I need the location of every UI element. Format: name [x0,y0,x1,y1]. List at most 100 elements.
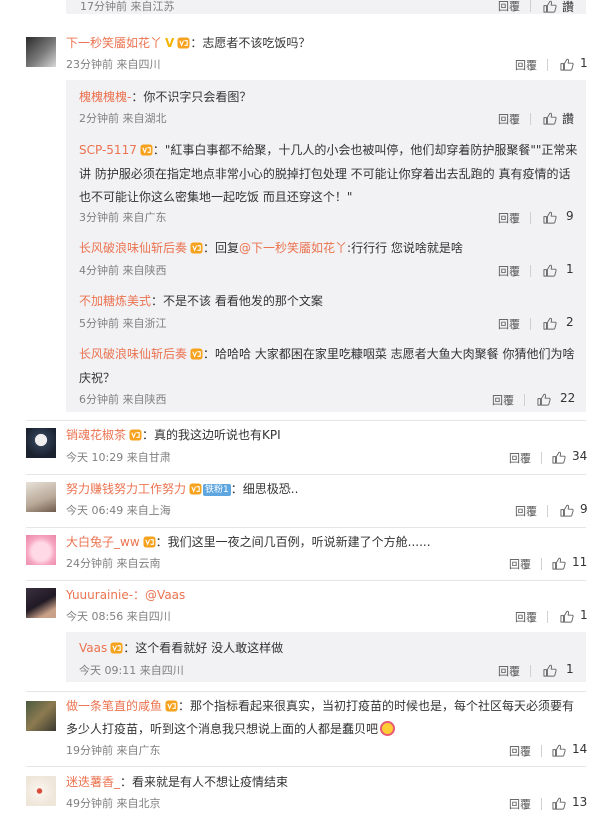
like-icon[interactable] [543,211,557,224]
comment-content: 多少人打疫苗，听到这个消息我只想说上面的人都是蠢贝吧 [66,722,379,736]
like-count: 9 [566,209,574,223]
reply-button[interactable]: 回覆 [498,0,520,14]
reply-text: 不加糖炼美式：不是不该 看看他发的那个文案 [79,293,323,309]
divider [524,394,525,406]
like-icon[interactable] [552,744,566,757]
vip-badge-icon [140,144,153,156]
username[interactable]: 下一秒笑靥如花丫 [66,36,162,50]
comment-meta: 今天 08:56 来自四川 [66,610,171,623]
like-icon[interactable] [552,797,566,810]
like-icon[interactable] [537,393,551,406]
divider [530,113,531,125]
username[interactable]: 做一条笔直的咸鱼 [66,699,162,713]
reply-button[interactable]: 回覆 [492,392,514,408]
comment-text: 销魂花椒茶 ：真的我这边听说也有KPI [66,427,281,443]
reply-button[interactable]: 回覆 [509,556,531,572]
like-icon[interactable] [560,610,574,623]
reply-button[interactable]: 回覆 [509,743,531,759]
username[interactable]: SCP-5117 [79,143,137,157]
like-count: 11 [572,555,588,569]
like-icon[interactable] [543,664,557,677]
comment-content: ：那个指标看起来很真实，当初打疫苗的时候也是，每个社区每天必须要有 [178,699,575,713]
reply-button[interactable]: 回覆 [509,796,531,812]
avatar[interactable] [26,588,56,618]
comment-meta: 今天 06:49 来自上海 [66,504,171,517]
divider [541,452,542,464]
reply-button[interactable]: 回覆 [498,663,520,679]
username[interactable]: Yuuurainie- [66,588,133,602]
reply-button[interactable]: 回覆 [498,263,520,279]
comment-content: ：细思极恐.. [230,482,299,496]
comment-divider [26,420,586,421]
comment-divider [26,691,586,692]
like-count: 1 [566,262,574,276]
like-count: 1 [580,608,588,622]
reply-meta: 6分钟前 来自陕西 [79,393,167,406]
vip-badge-icon [190,242,203,254]
reply-meta: 2分钟前 来自湖北 [79,112,167,125]
comment-text: 努力赚钱努力工作努力 铁粉1 ：细思极恐.. [66,481,298,497]
reply-meta: 5分钟前 来自浙江 [79,317,167,330]
like-icon[interactable] [560,504,574,517]
username[interactable]: 槐槐槐槐- [79,90,131,104]
divider [547,505,548,517]
like-icon[interactable] [560,58,574,71]
reply-content: ："紅事白事都不給聚，十几人的小会也被叫停，他们却穿着防护服聚餐""正常来 [152,143,578,157]
username[interactable]: 努力赚钱努力工作努力 [66,482,186,496]
reply-meta: 今天 09:11 来自四川 [79,664,184,677]
vip-badge-icon [110,642,123,654]
username[interactable]: Vaas [79,641,107,655]
divider [530,318,531,330]
divider [530,0,531,12]
reply-text: 槐槐槐槐-：你不识字只会看图？ [79,89,251,105]
username[interactable]: 长风破浪味仙斩后奏 [79,347,187,361]
reply-button[interactable]: 回覆 [498,316,520,332]
username[interactable]: 不加糖炼美式 [79,294,151,308]
reply-text-line: 庆祝？ [79,371,116,385]
comment-meta: 49分钟前 来自北京 [66,797,161,810]
avatar[interactable] [26,776,56,806]
divider [541,745,542,757]
username[interactable]: 长风破浪味仙斩后奏 [79,241,187,255]
reply-button[interactable]: 回覆 [509,450,531,466]
comment-text: 下一秒笑靥如花丫 V ：志愿者不该吃饭吗？ [66,35,310,51]
avatar[interactable] [26,482,56,512]
avatar[interactable] [26,701,56,731]
like-icon[interactable] [552,557,566,570]
verified-icon: V [165,36,175,50]
avatar[interactable] [26,37,56,67]
mention-link[interactable]: ：@Vaas [133,588,185,602]
reply-content: ：哈哈哈 大家都困在家里吃糠咽菜 志愿者大鱼大肉聚餐 你猜他们为啥 [203,347,575,361]
like-count: 14 [572,742,588,756]
like-count: 1 [566,662,574,676]
like-icon[interactable] [543,317,557,330]
comment-divider [26,527,586,528]
reply-button[interactable]: 回覆 [498,210,520,226]
mention-link[interactable]: @下一秒笑靥如花丫 [239,241,347,255]
username[interactable]: 大白兔子_ww [66,535,140,549]
reply-button[interactable]: 回覆 [515,609,537,625]
vip-badge-icon [177,37,190,49]
like-count: 讚 [562,112,575,126]
reply-button[interactable]: 回覆 [515,57,537,73]
like-count: 22 [560,391,576,405]
username[interactable]: 迷迭薯香_ [66,775,120,789]
username[interactable]: 销魂花椒茶 [66,428,126,442]
like-icon[interactable] [543,0,557,13]
divider [547,59,548,71]
comment-meta: 17分钟前 来自江苏 [80,0,175,13]
like-icon[interactable] [543,264,557,277]
reply-text-line: 也不可能让你这么密集地一起吃饭 而且还穿这个！" [79,190,353,204]
avatar[interactable] [26,535,56,565]
like-icon[interactable] [552,451,566,464]
reply-content: ：不是不该 看看他发的那个文案 [151,294,323,308]
like-count: 9 [580,502,588,516]
reply-button[interactable]: 回覆 [515,503,537,519]
reply-button[interactable]: 回覆 [498,111,520,127]
divider [541,798,542,810]
reply-text-line: 讲 防护服必须在指定地点非常小心的脱掉打包处理 不可能让你穿着出去乱跑的 真有疫… [79,167,571,181]
like-icon[interactable] [543,112,557,125]
reply-text: 长风破浪味仙斩后奏 ：回复@下一秒笑靥如花丫:行行行 您说啥就是啥 [79,240,463,256]
avatar[interactable] [26,428,56,458]
reply-prefix: ：回复 [203,241,240,255]
